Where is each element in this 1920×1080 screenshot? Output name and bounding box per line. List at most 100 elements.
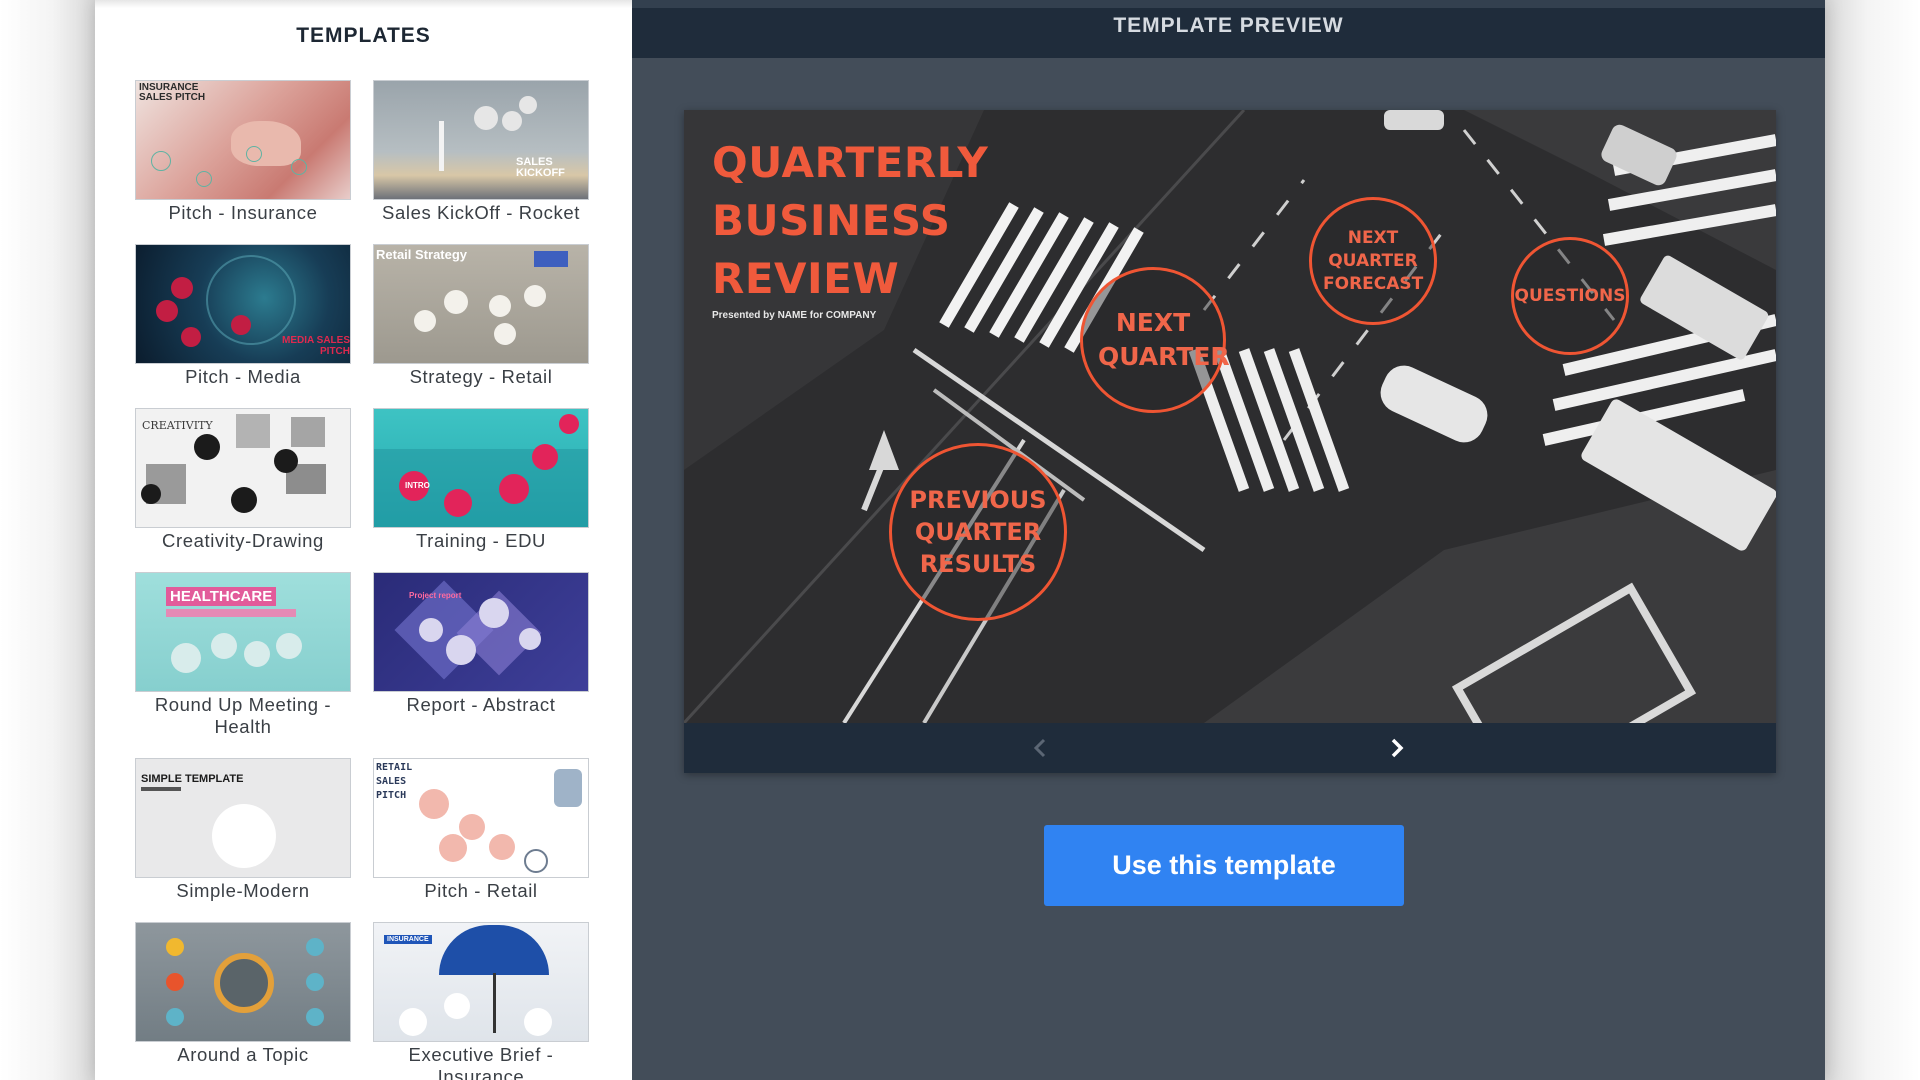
template-sales-kickoff-rocket[interactable]: SALES KICKOFF Sales KickOff - Rocket (373, 80, 589, 224)
template-label: Simple-Modern (176, 880, 310, 901)
topic-dot (196, 171, 212, 187)
topic-dot (211, 633, 237, 659)
template-thumbnail[interactable]: INSURANCE SALES PITCH (135, 80, 351, 200)
umbrella-handle (493, 973, 496, 1033)
template-report-abstract[interactable]: Project report Report - Abstract (373, 572, 589, 716)
template-creativity-drawing[interactable]: CREATIVITY Creativity-Drawing (135, 408, 351, 552)
topic-dot (166, 1008, 184, 1026)
template-thumbnail[interactable]: CREATIVITY (135, 408, 351, 528)
topic-dot (306, 973, 324, 991)
topic-dot (474, 106, 498, 130)
topic-dot (524, 1008, 552, 1036)
note-card (534, 251, 568, 267)
topic-dot (276, 633, 302, 659)
slide-subtitle: Presented by NAME for COMPANY (712, 310, 877, 321)
thumb-title: INSURANCE SALES PITCH (139, 82, 206, 103)
hand-shape (231, 121, 301, 166)
topic-dot (156, 300, 178, 322)
topic-dot (532, 444, 558, 470)
subtitle-bar (166, 609, 296, 617)
topic-circle-next-quarter[interactable]: NEXT QUARTER (1080, 267, 1230, 413)
template-pitch-retail[interactable]: RETAIL SALES PITCH Pitch - Retail (373, 758, 589, 902)
templates-title: TEMPLATES (296, 24, 431, 47)
topic-dot (171, 277, 193, 299)
topic-dot (446, 635, 476, 665)
use-template-button[interactable]: Use this template (1044, 825, 1404, 906)
template-thumbnail[interactable]: Project report (373, 572, 589, 692)
topic-dot (444, 993, 470, 1019)
thumb-title: HEALTHCARE (166, 587, 277, 606)
topic-dot (524, 285, 546, 307)
thumb-title: MEDIA SALES PITCH (282, 335, 350, 357)
template-label: Pitch - Insurance (168, 202, 318, 223)
topic-dot (212, 804, 276, 868)
template-label: Pitch - Media (185, 366, 301, 387)
topic-circle-questions[interactable]: QUESTIONS (1511, 237, 1629, 355)
slide-navigation (684, 723, 1776, 773)
template-label: Pitch - Retail (424, 880, 538, 901)
topic-dot (444, 290, 468, 314)
topic-dot (414, 310, 436, 332)
thumb-title: SALES KICKOFF (516, 156, 565, 179)
umbrella-shape (439, 925, 549, 975)
topic-dot (151, 151, 171, 171)
bicycle-wheel (524, 849, 548, 873)
topic-dot (171, 643, 201, 673)
slide-canvas[interactable]: QUARTERLY BUSINESS REVIEW Presented by N… (684, 110, 1776, 723)
slide-viewer: QUARTERLY BUSINESS REVIEW Presented by N… (684, 110, 1776, 773)
topic-dot: INTRO (399, 471, 430, 501)
template-thumbnail[interactable]: SALES KICKOFF (373, 80, 589, 200)
topic-circle-forecast[interactable]: NEXT QUARTER FORECAST (1309, 197, 1437, 325)
chevron-right-icon[interactable] (1379, 731, 1413, 765)
topic-dot (244, 641, 270, 667)
template-thumbnail[interactable] (135, 922, 351, 1042)
template-around-a-topic[interactable]: Around a Topic (135, 922, 351, 1066)
template-label: Around a Topic (177, 1044, 309, 1065)
template-thumbnail[interactable]: RETAIL SALES PITCH (373, 758, 589, 878)
template-thumbnail[interactable]: INTRO (373, 408, 589, 528)
template-strategy-retail[interactable]: Retail Strategy Strategy - Retail (373, 244, 589, 388)
template-thumbnail[interactable]: INSURANCE (373, 922, 589, 1042)
topic-dot (141, 484, 161, 504)
template-thumbnail[interactable]: MEDIA SALES PITCH (135, 244, 351, 364)
template-label: Report - Abstract (406, 694, 556, 715)
template-round-up-meeting-health[interactable]: HEALTHCARE Round Up Meeting - Health (135, 572, 351, 738)
topic-dot (306, 1008, 324, 1026)
template-training-edu[interactable]: INTRO Training - EDU (373, 408, 589, 552)
template-thumbnail[interactable]: Retail Strategy (373, 244, 589, 364)
template-thumbnail[interactable]: HEALTHCARE (135, 572, 351, 692)
chevron-left-icon[interactable] (1024, 731, 1058, 765)
topic-dot (479, 598, 509, 628)
sketch-block (236, 414, 270, 448)
topic-dot (502, 111, 522, 131)
template-pitch-media[interactable]: MEDIA SALES PITCH Pitch - Media (135, 244, 351, 388)
template-label: Sales KickOff - Rocket (382, 202, 580, 223)
template-thumbnail[interactable]: SIMPLE TEMPLATE (135, 758, 351, 878)
mic-shape (206, 255, 296, 345)
thumb-title: Retail Strategy (376, 247, 468, 262)
topic-dot (519, 628, 541, 650)
backdrop-left (0, 0, 95, 1080)
template-label: Executive Brief - Insurance (408, 1044, 554, 1080)
topic-dot (559, 414, 579, 434)
template-simple-modern[interactable]: SIMPLE TEMPLATE Simple-Modern (135, 758, 351, 902)
thumb-title: CREATIVITY (142, 419, 213, 432)
topic-label: NEXT QUARTER (1098, 308, 1230, 371)
thumb-title: Project report (409, 591, 462, 600)
topic-dot (231, 315, 251, 335)
thumb-title: RETAIL SALES PITCH (376, 762, 413, 801)
topic-dot (439, 834, 467, 862)
sketch-block (291, 417, 325, 447)
topic-dot (419, 618, 443, 642)
topic-circle-previous-results[interactable]: PREVIOUS QUARTER RESULTS (889, 443, 1067, 621)
topic-dot (291, 159, 307, 175)
topic-dot (519, 96, 537, 114)
backdrop-right (1825, 0, 1920, 1080)
topic-dot (274, 449, 298, 473)
preview-title: TEMPLATE PREVIEW (1113, 14, 1344, 37)
template-executive-brief-insurance[interactable]: INSURANCE Executive Brief - Insurance (373, 922, 589, 1080)
topic-dot (306, 938, 324, 956)
backpack-shape (554, 769, 582, 807)
topic-dot (194, 434, 220, 460)
template-pitch-insurance[interactable]: INSURANCE SALES PITCH Pitch - Insurance (135, 80, 351, 224)
